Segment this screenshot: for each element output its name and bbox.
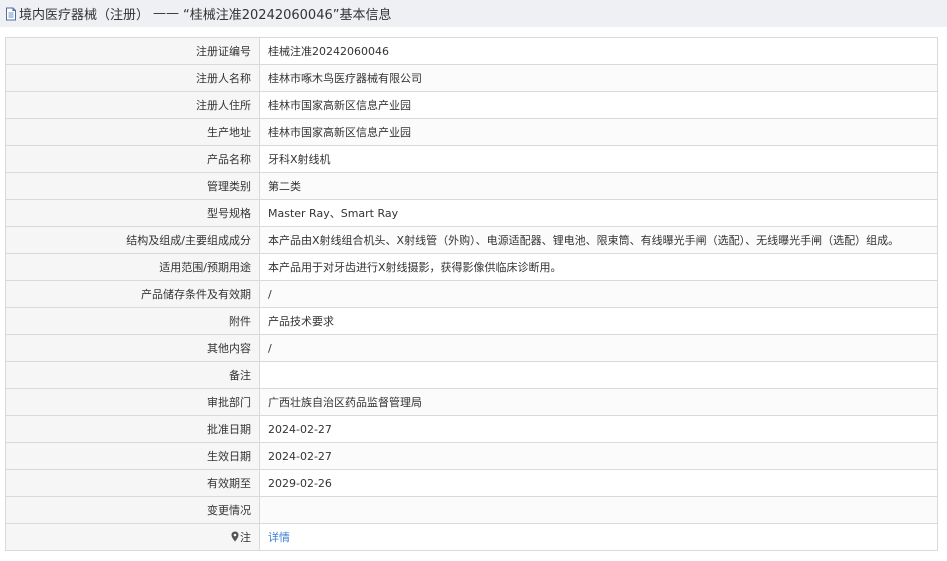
row-value <box>259 361 938 389</box>
row-value: 本产品用于对牙齿进行X射线摄影，获得影像供临床诊断用。 <box>259 253 938 281</box>
row-value: 本产品由X射线组合机头、X射线管（外购）、电源适配器、锂电池、限束筒、有线曝光手… <box>259 226 938 254</box>
table-row: 备注 <box>5 361 938 389</box>
row-value: / <box>259 280 938 308</box>
note-label-cell: 注 <box>5 523 260 551</box>
header-prefix: 境内医疗器械（注册） <box>19 8 150 23</box>
row-label: 注册人住所 <box>5 91 260 119</box>
row-value: 2024-02-27 <box>259 415 938 443</box>
table-row: 注册人住所 桂林市国家高新区信息产业园 <box>5 91 938 119</box>
note-row: 注 详情 <box>5 523 938 551</box>
page-title: “桂械注准20242060046”基本信息 <box>183 8 392 23</box>
location-pin-icon <box>231 531 239 542</box>
row-value <box>259 496 938 524</box>
table-row: 批准日期 2024-02-27 <box>5 415 938 443</box>
note-label: 注 <box>240 531 251 544</box>
table-row: 产品名称 牙科X射线机 <box>5 145 938 173</box>
row-value: 2029-02-26 <box>259 469 938 497</box>
row-value: 桂林市国家高新区信息产业园 <box>259 118 938 146</box>
note-value-cell: 详情 <box>259 523 938 551</box>
details-link[interactable]: 详情 <box>268 531 290 544</box>
row-label: 结构及组成/主要组成成分 <box>5 226 260 254</box>
row-value: 广西壮族自治区药品监督管理局 <box>259 388 938 416</box>
info-table: 注册证编号 桂械注准20242060046 注册人名称 桂林市啄木鸟医疗器械有限公司注… <box>5 37 938 551</box>
table-row: 变更情况 <box>5 496 938 524</box>
page-header: 境内医疗器械（注册） —— “桂械注准20242060046”基本信息 <box>0 0 947 27</box>
row-label: 批准日期 <box>5 415 260 443</box>
table-row: 注册人名称 桂林市啄木鸟医疗器械有限公司 <box>5 64 938 92</box>
table-row: 型号规格 Master Ray、Smart Ray <box>5 199 938 227</box>
row-value: 产品技术要求 <box>259 307 938 335</box>
row-value: 桂林市国家高新区信息产业园 <box>259 91 938 119</box>
row-label: 生效日期 <box>5 442 260 470</box>
row-value: 桂械注准20242060046 <box>259 37 938 65</box>
row-value: 桂林市啄木鸟医疗器械有限公司 <box>259 64 938 92</box>
row-value: Master Ray、Smart Ray <box>259 199 938 227</box>
table-row: 生产地址 桂林市国家高新区信息产业园 <box>5 118 938 146</box>
row-value: 2024-02-27 <box>259 442 938 470</box>
row-label: 产品储存条件及有效期 <box>5 280 260 308</box>
table-row: 适用范围/预期用途 本产品用于对牙齿进行X射线摄影，获得影像供临床诊断用。 <box>5 253 938 281</box>
header-separator: —— <box>153 6 180 21</box>
table-row: 附件 产品技术要求 <box>5 307 938 335</box>
row-label: 附件 <box>5 307 260 335</box>
row-label: 管理类别 <box>5 172 260 200</box>
row-label: 有效期至 <box>5 469 260 497</box>
row-value: 第二类 <box>259 172 938 200</box>
row-label: 审批部门 <box>5 388 260 416</box>
row-label: 型号规格 <box>5 199 260 227</box>
document-icon <box>5 7 17 21</box>
info-table-body: 注册证编号 桂械注准20242060046 注册人名称 桂林市啄木鸟医疗器械有限公司注… <box>5 37 938 551</box>
row-label: 备注 <box>5 361 260 389</box>
row-label: 注册证编号 <box>5 37 260 65</box>
info-table-container: 注册证编号 桂械注准20242060046 注册人名称 桂林市啄木鸟医疗器械有限公司注… <box>5 37 938 551</box>
row-label: 产品名称 <box>5 145 260 173</box>
row-label: 适用范围/预期用途 <box>5 253 260 281</box>
table-row: 管理类别 第二类 <box>5 172 938 200</box>
table-row: 产品储存条件及有效期 / <box>5 280 938 308</box>
table-row: 结构及组成/主要组成成分 本产品由X射线组合机头、X射线管（外购）、电源适配器、锂… <box>5 226 938 254</box>
row-value: 牙科X射线机 <box>259 145 938 173</box>
table-row: 生效日期 2024-02-27 <box>5 442 938 470</box>
row-label: 注册人名称 <box>5 64 260 92</box>
row-label: 其他内容 <box>5 334 260 362</box>
row-value: / <box>259 334 938 362</box>
row-label: 变更情况 <box>5 496 260 524</box>
row-label: 生产地址 <box>5 118 260 146</box>
table-row: 注册证编号 桂械注准20242060046 <box>5 37 938 65</box>
table-row: 审批部门 广西壮族自治区药品监督管理局 <box>5 388 938 416</box>
table-row: 其他内容 / <box>5 334 938 362</box>
table-row: 有效期至 2029-02-26 <box>5 469 938 497</box>
